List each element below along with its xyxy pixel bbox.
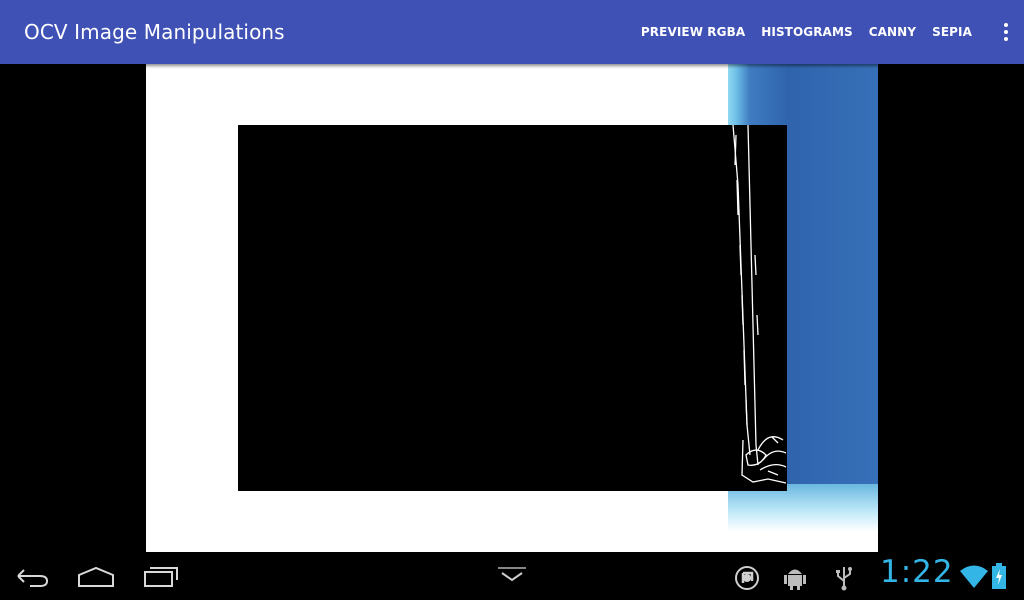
home-icon[interactable] bbox=[76, 566, 116, 593]
app-title: OCV Image Manipulations bbox=[24, 20, 285, 44]
usb-icon bbox=[834, 565, 854, 596]
canny-edge-region bbox=[238, 125, 787, 491]
menu-sepia[interactable]: SEPIA bbox=[932, 25, 972, 39]
back-icon[interactable] bbox=[12, 566, 52, 593]
menu-histograms[interactable]: HISTOGRAMS bbox=[761, 25, 853, 39]
canny-edges bbox=[732, 125, 787, 484]
menu-preview-rgba[interactable]: PREVIEW RGBA bbox=[641, 25, 745, 39]
action-bar: OCV Image Manipulations PREVIEW RGBA HIS… bbox=[0, 0, 1024, 64]
android-debug-icon bbox=[784, 565, 806, 596]
camera-preview bbox=[0, 64, 1024, 552]
camera-frame bbox=[146, 64, 878, 552]
wifi-icon bbox=[960, 564, 988, 595]
sync-icon bbox=[733, 565, 761, 596]
system-nav-bar bbox=[0, 552, 1024, 600]
battery-icon bbox=[992, 563, 1006, 594]
recent-apps-icon[interactable] bbox=[142, 564, 182, 593]
status-clock: 1:22 bbox=[880, 554, 954, 590]
action-menu: PREVIEW RGBA HISTOGRAMS CANNY SEPIA bbox=[625, 0, 972, 64]
menu-canny[interactable]: CANNY bbox=[869, 25, 916, 39]
more-vert-icon[interactable] bbox=[998, 20, 1014, 44]
hide-keyboard-icon[interactable] bbox=[496, 566, 528, 589]
